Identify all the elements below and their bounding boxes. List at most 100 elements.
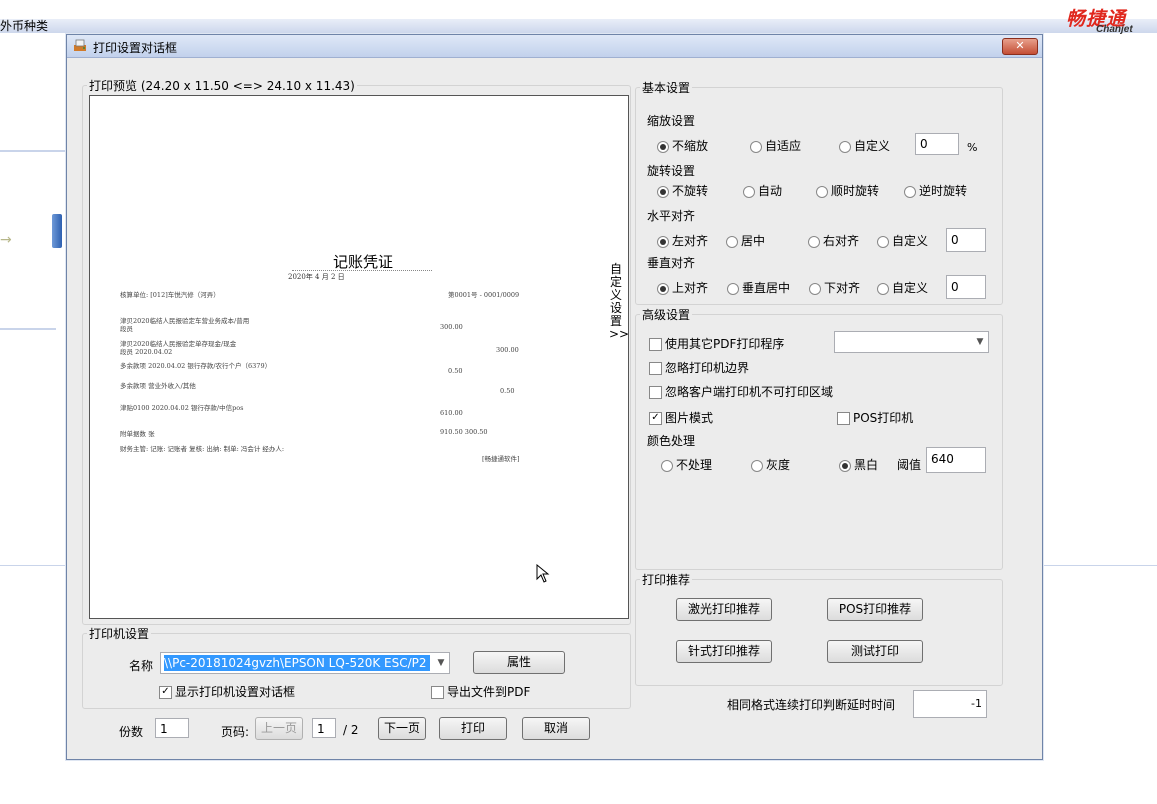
option-label: 不缩放	[672, 139, 709, 153]
rotate-option-none[interactable]: 不旋转	[657, 182, 708, 199]
ignore-area-label: 忽略客户端打印机不可打印区域	[665, 385, 834, 399]
print-button[interactable]: 打印	[439, 717, 507, 740]
checkbox-unchecked-icon	[431, 686, 444, 699]
chevron-down-icon[interactable]: ▼	[972, 332, 988, 352]
option-label: 灰度	[766, 458, 791, 472]
next-page-button[interactable]: 下一页	[378, 717, 426, 740]
chanjet-logo: 畅捷通 Chanjet	[1066, 4, 1156, 38]
background-divider	[0, 565, 66, 566]
radio-icon	[816, 185, 828, 198]
valign-option-custom[interactable]: 自定义	[877, 279, 928, 296]
voucher-title: 记账凭证	[332, 253, 393, 271]
delay-input[interactable]: -1	[913, 690, 987, 718]
scale-option-custom[interactable]: 自定义	[839, 137, 890, 154]
valign-option-top[interactable]: 上对齐	[657, 279, 708, 296]
print-recommend-legend: 打印推荐	[642, 573, 691, 587]
copies-input[interactable]: 1	[155, 718, 189, 738]
rotate-option-auto[interactable]: 自动	[743, 182, 782, 199]
rotate-option-clockwise[interactable]: 顺时旋转	[816, 182, 879, 199]
color-option-bw[interactable]: 黑白	[839, 456, 878, 473]
voucher-line: 多余款项 2020.04.02 银行存款/农行个户（6379）	[120, 362, 272, 370]
printer-name-select[interactable]: \\Pc-20181024gvzh\EPSON LQ-520K ESC/P2 ▼	[160, 652, 450, 674]
color-option-none[interactable]: 不处理	[661, 456, 712, 473]
test-print-button[interactable]: 测试打印	[827, 640, 923, 663]
image-mode-checkbox[interactable]: ✓ 图片模式	[649, 409, 713, 426]
radio-icon	[750, 140, 762, 153]
print-recommend-group: 打印推荐	[635, 571, 1003, 686]
option-label: 自适应	[765, 139, 802, 153]
valign-option-middle[interactable]: 垂直居中	[727, 279, 790, 296]
radio-selected-icon	[657, 140, 669, 153]
scale-option-none[interactable]: 不缩放	[657, 137, 708, 154]
radio-selected-icon	[839, 459, 851, 472]
option-label: 逆时旋转	[919, 184, 968, 198]
valign-option-bottom[interactable]: 下对齐	[809, 279, 860, 296]
background-menu-bar	[0, 19, 1157, 33]
voucher-amount: 0.50	[500, 387, 515, 395]
background-divider	[0, 328, 56, 330]
laser-recommend-button[interactable]: 激光打印推荐	[676, 598, 772, 621]
chevron-down-icon[interactable]: ▼	[433, 653, 449, 673]
halign-option-center[interactable]: 居中	[726, 232, 765, 249]
use-pdf-checkbox[interactable]: 使用其它PDF打印程序	[649, 335, 784, 352]
halign-option-left[interactable]: 左对齐	[657, 232, 708, 249]
threshold-input[interactable]: 640	[926, 447, 986, 473]
voucher-number: 第0001号 - 0001/0009	[448, 291, 520, 299]
voucher-line: 附单据数 张	[120, 430, 155, 438]
radio-icon	[877, 235, 889, 248]
ignore-margin-checkbox[interactable]: 忽略打印机边界	[649, 359, 749, 376]
voucher-line: 段员 2020.04.02	[120, 348, 173, 356]
scale-option-fit[interactable]: 自适应	[750, 137, 801, 154]
option-label: 自定义	[854, 139, 891, 153]
option-label: 不旋转	[672, 184, 709, 198]
page-label: 页码:	[221, 725, 250, 739]
custom-settings-label: 自定义设置	[609, 262, 622, 328]
printer-settings-legend: 打印机设置	[89, 627, 150, 641]
voucher-amount: 610.00	[440, 409, 463, 417]
threshold-label: 阈值	[897, 458, 922, 472]
custom-settings-tab[interactable]: 自定义设置 >>	[609, 262, 630, 341]
export-pdf-checkbox[interactable]: 导出文件到PDF	[431, 683, 530, 700]
page-input[interactable]: 1	[312, 718, 336, 738]
expand-arrows-icon: >>	[609, 327, 630, 341]
background-divider	[1041, 565, 1157, 566]
scale-title: 缩放设置	[647, 114, 696, 128]
dialog-titlebar[interactable]: 打印设置对话框 ✕	[67, 35, 1042, 58]
valign-title: 垂直对齐	[647, 256, 696, 270]
cancel-button[interactable]: 取消	[522, 717, 590, 740]
background-menu-item[interactable]: 外币种类	[0, 17, 48, 34]
voucher-amount: 300.00	[440, 323, 463, 331]
arrow-icon: →	[0, 232, 12, 248]
option-label: 垂直居中	[742, 281, 791, 295]
halign-title: 水平对齐	[647, 209, 696, 223]
printer-name-value: \\Pc-20181024gvzh\EPSON LQ-520K ESC/P2	[164, 655, 430, 671]
option-label: 左对齐	[672, 234, 709, 248]
show-dialog-checkbox[interactable]: ✓ 显示打印机设置对话框	[159, 683, 295, 700]
copies-label: 份数	[119, 725, 144, 739]
scale-input[interactable]: 0	[915, 133, 959, 155]
option-label: 自定义	[892, 281, 929, 295]
halign-option-custom[interactable]: 自定义	[877, 232, 928, 249]
ignore-margin-label: 忽略打印机边界	[665, 361, 750, 375]
dot-matrix-recommend-button[interactable]: 针式打印推荐	[676, 640, 772, 663]
properties-button[interactable]: 属性	[473, 651, 565, 674]
pdf-program-select[interactable]: ▼	[834, 331, 989, 353]
valign-input[interactable]: 0	[946, 275, 986, 299]
preview-legend: 打印预览 (24.20 x 11.50 <=> 24.10 x 11.43)	[89, 79, 355, 93]
halign-option-right[interactable]: 右对齐	[808, 232, 859, 249]
close-button[interactable]: ✕	[1002, 38, 1038, 55]
color-option-gray[interactable]: 灰度	[751, 456, 790, 473]
radio-icon	[726, 235, 738, 248]
prev-page-button[interactable]: 上一页	[255, 717, 303, 740]
voucher-line: 多余款项 营业外收入/其他	[120, 382, 196, 390]
checkbox-unchecked-icon	[837, 412, 850, 425]
halign-input[interactable]: 0	[946, 228, 986, 252]
rotate-option-counter[interactable]: 逆时旋转	[904, 182, 967, 199]
voucher-amount: 910.50 300.50	[440, 428, 488, 436]
pos-printer-checkbox[interactable]: POS打印机	[837, 409, 913, 426]
ignore-area-checkbox[interactable]: 忽略客户端打印机不可打印区域	[649, 383, 833, 400]
delay-label: 相同格式连续打印判断延时时间	[727, 698, 896, 712]
preview-paper: 记账凭证 2020年 4 月 2 日 核算单位: [012]车悦汽修（河弄） 第…	[89, 95, 629, 619]
pos-recommend-button[interactable]: POS打印推荐	[827, 598, 923, 621]
rotate-title: 旋转设置	[647, 164, 696, 178]
